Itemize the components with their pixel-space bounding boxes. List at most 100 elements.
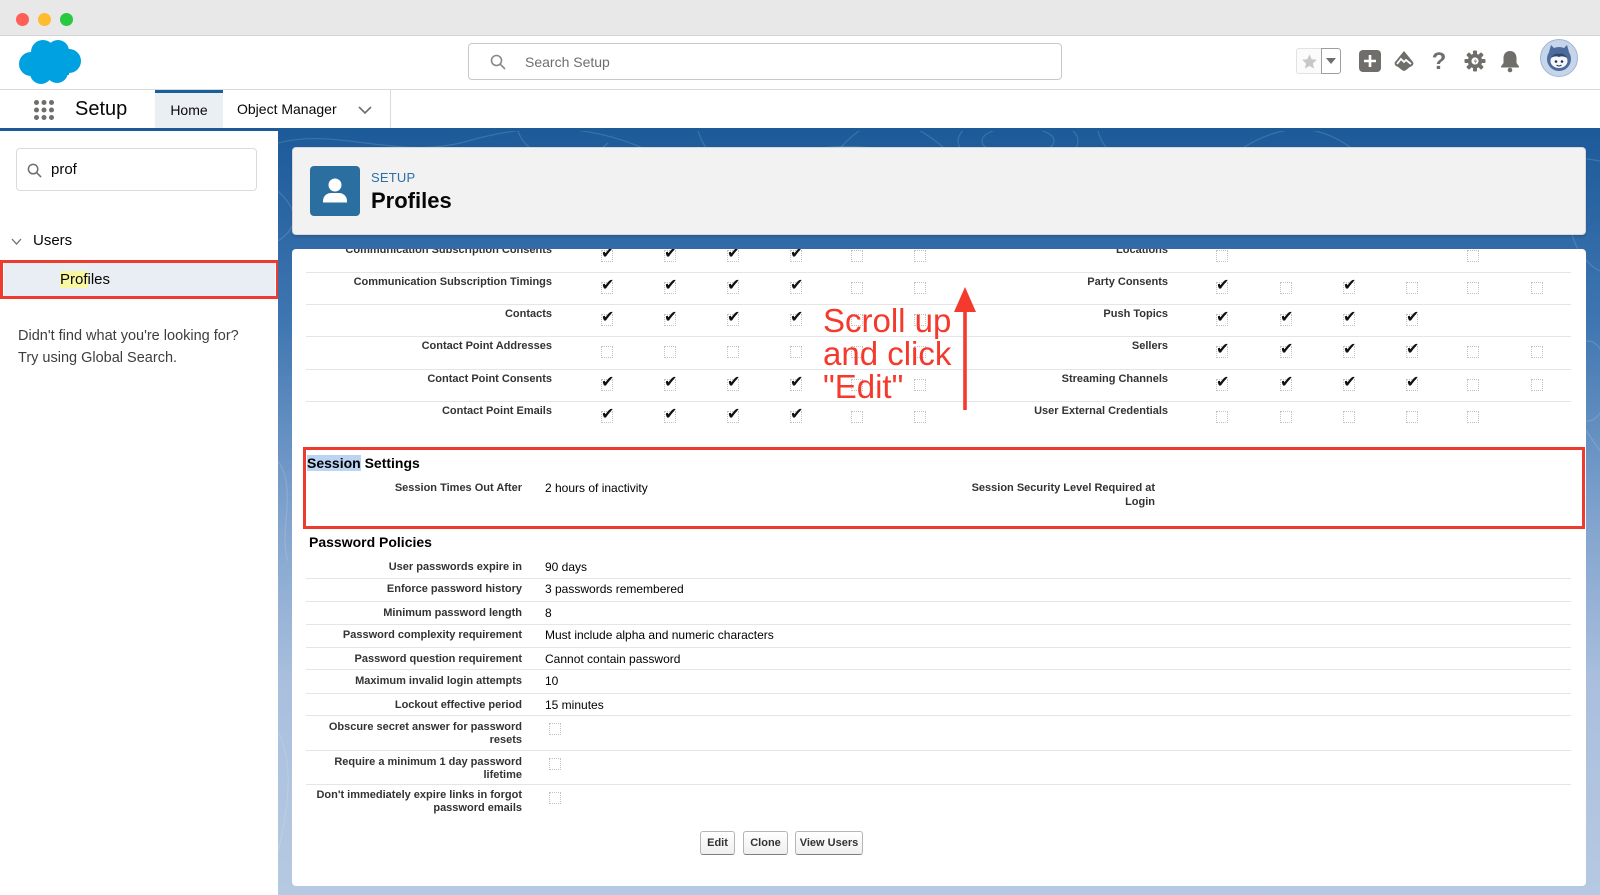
checkbox-checked: ✔ — [601, 249, 615, 262]
quick-find-input[interactable] — [51, 149, 251, 190]
annotation-text: Scroll up and click "Edit" — [823, 304, 951, 403]
clone-button[interactable]: Clone — [743, 831, 788, 855]
permission-row: Contact Point Emails ✔ ✔ ✔ ✔ User External Cr… — [292, 402, 1586, 434]
checkbox-unchecked — [851, 410, 863, 423]
checkmark-icon: ✔ — [1280, 371, 1294, 391]
trailhead-icon[interactable] — [1392, 49, 1416, 73]
checkmark-icon: ✔ — [664, 371, 678, 391]
checkbox-unchecked — [1280, 410, 1292, 423]
view-users-button[interactable]: View Users — [795, 831, 863, 855]
quick-find-box[interactable] — [16, 148, 257, 191]
chevron-down-icon[interactable] — [11, 238, 22, 245]
checkmark-icon: ✔ — [727, 275, 741, 294]
page-header: SETUP Profiles — [292, 147, 1586, 235]
checkmark-icon: ✔ — [1406, 307, 1420, 327]
checkmark-icon: ✔ — [790, 275, 804, 294]
policy-label: Require a minimum 1 day password lifetim… — [334, 755, 522, 781]
setup-sidebar: Users Profiles Didn't find what you're l… — [0, 131, 279, 895]
checkbox-checked: ✔ — [1343, 277, 1356, 294]
policy-row: Enforce password history 3 passwords reme… — [292, 579, 1586, 603]
checkbox-checked: ✔ — [727, 309, 740, 327]
checkbox-checked: ✔ — [601, 277, 614, 294]
checkbox-checked: ✔ — [1280, 373, 1293, 391]
policy-value: 15 minutes — [545, 697, 604, 712]
zoom-window-button[interactable] — [60, 12, 73, 26]
session-settings-heading: Session Settings — [307, 455, 420, 471]
bell-icon[interactable] — [1499, 49, 1521, 73]
favorites-dropdown-icon[interactable] — [1321, 48, 1341, 74]
policy-row: Require a minimum 1 day password lifetim… — [292, 751, 1586, 785]
annotation-line: Scroll up — [823, 302, 952, 339]
object-name-label: Communication Subscription Timings — [353, 276, 552, 288]
checkmark-icon: ✔ — [601, 371, 615, 391]
policy-value: 3 passwords remembered — [545, 582, 684, 597]
session-timeout-label: Session Times Out After — [394, 482, 522, 494]
checkmark-icon: ✔ — [727, 371, 741, 391]
policy-label: Password question requirement — [354, 652, 522, 665]
gear-icon[interactable] — [1464, 50, 1486, 72]
checkbox-checked: ✔ — [664, 309, 677, 327]
checkmark-icon: ✔ — [664, 249, 678, 262]
checkbox-checked: ✔ — [1406, 341, 1419, 359]
no-results-help-text: Didn't find what you're looking for? — [18, 328, 239, 344]
app-launcher-grid-icon[interactable] — [34, 100, 54, 120]
checkbox-checked: ✔ — [790, 373, 803, 391]
salesforce-cloud-logo[interactable] — [17, 39, 82, 85]
checkmark-icon: ✔ — [1216, 275, 1230, 294]
checkbox-checked: ✔ — [727, 249, 740, 262]
checkbox-unchecked — [1467, 282, 1479, 294]
permission-row: Communication Subscription Timings ✔ ✔ ✔ ✔ Pa… — [292, 273, 1586, 306]
checkbox-checked: ✔ — [1216, 373, 1229, 391]
session-timeout-value: 2 hours of inactivity — [545, 481, 648, 495]
checkbox-unchecked — [727, 346, 739, 359]
policy-label: Enforce password history — [386, 583, 522, 596]
policy-value: Cannot contain password — [545, 651, 681, 666]
help-icon[interactable]: ? — [1428, 49, 1450, 75]
plus-icon[interactable] — [1359, 50, 1381, 72]
tab-home[interactable]: Home — [155, 90, 223, 128]
window-title-bar — [0, 0, 1600, 36]
object-name-label: Locations — [1116, 249, 1168, 256]
checkbox-unchecked — [1216, 249, 1228, 262]
checkbox-checked: ✔ — [601, 405, 614, 423]
policy-value: Must include alpha and numeric character… — [545, 628, 774, 642]
object-name-label: Communication Subscription Consents — [345, 249, 552, 256]
checkmark-icon: ✔ — [727, 403, 741, 423]
tab-object-manager[interactable]: Object Manager — [237, 90, 337, 128]
checkmark-icon: ✔ — [790, 403, 804, 423]
chevron-down-icon[interactable] — [358, 106, 372, 114]
checkmark-icon: ✔ — [790, 371, 804, 391]
search-match-highlight: Prof — [60, 271, 88, 288]
checkbox-unchecked — [1531, 346, 1543, 359]
search-icon — [27, 163, 42, 178]
close-window-button[interactable] — [16, 12, 29, 26]
policy-row: Don't immediately expire links in forgot… — [292, 785, 1586, 819]
password-policies-heading: Password Policies — [309, 534, 432, 550]
checkbox-checked: ✔ — [1280, 309, 1293, 327]
checkbox-checked: ✔ — [664, 405, 677, 423]
policy-value: 90 days — [545, 559, 588, 574]
policy-label: Lockout effective period — [394, 698, 522, 711]
checkbox-unchecked — [1406, 410, 1418, 423]
policy-label: Minimum password length — [383, 606, 522, 619]
selected-text-highlight: Session — [307, 455, 361, 471]
checkbox-unchecked — [1531, 378, 1543, 391]
sidebar-item-profiles[interactable]: Profiles — [4, 263, 275, 296]
user-avatar[interactable] — [1540, 39, 1578, 77]
minimize-window-button[interactable] — [38, 12, 51, 26]
checkbox-checked: ✔ — [664, 249, 678, 262]
global-search-box[interactable] — [468, 43, 1062, 80]
sidebar-group-users[interactable]: Users — [33, 231, 72, 251]
checkbox-checked: ✔ — [601, 309, 614, 327]
session-security-level-label: Session Security Level Required at Login — [971, 482, 1155, 508]
annotation-line: and click — [823, 335, 952, 372]
search-setup-input[interactable] — [525, 44, 1045, 79]
checkbox-unchecked — [1467, 378, 1479, 391]
sidebar-item-label: Profiles — [60, 270, 110, 289]
checkbox-checked: ✔ — [1343, 341, 1356, 359]
edit-button[interactable]: Edit — [700, 831, 735, 855]
checkbox-unchecked — [601, 346, 613, 359]
checkmark-icon: ✔ — [601, 249, 615, 262]
star-icon[interactable] — [1296, 48, 1321, 74]
highlight-box-session-settings: Session Settings Session Times Out After… — [303, 447, 1585, 529]
